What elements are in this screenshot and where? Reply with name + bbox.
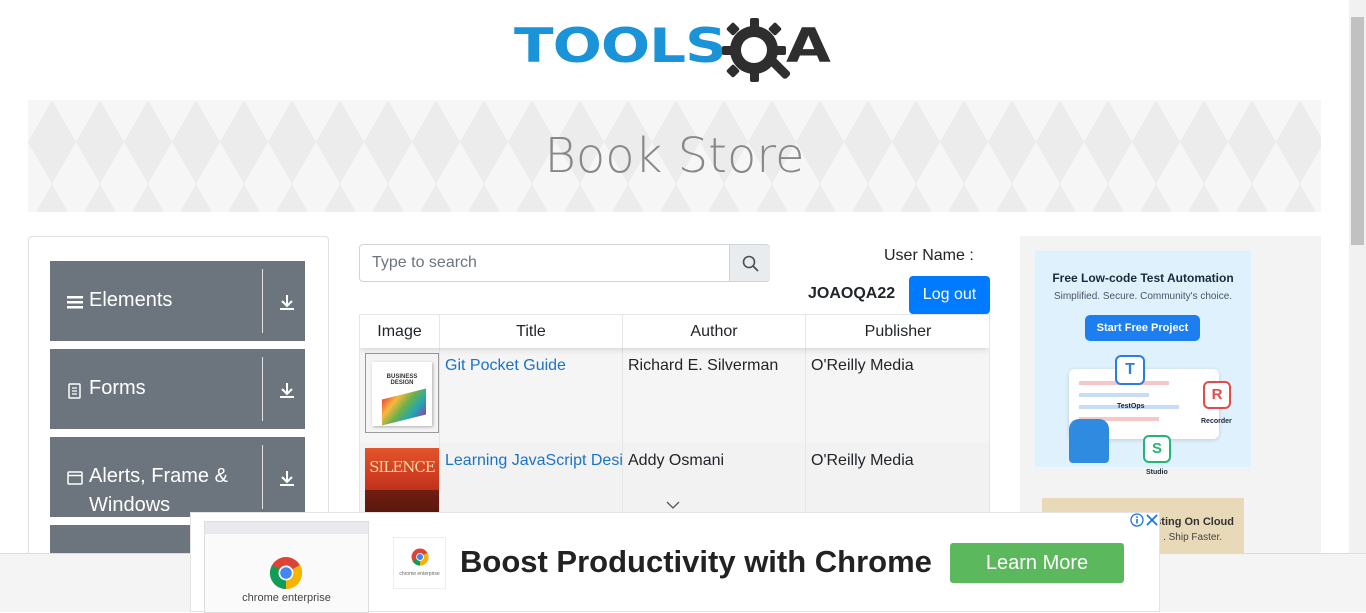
search-input[interactable] bbox=[360, 245, 729, 281]
sidebar-item-label-line2: Windows bbox=[89, 494, 171, 516]
column-header-image[interactable]: Image bbox=[360, 315, 440, 348]
book-cover-text: BUSINESS DESIGN bbox=[386, 374, 418, 386]
robot-figure bbox=[1069, 419, 1109, 463]
book-title-link[interactable]: Learning JavaScript Design Patterns bbox=[445, 452, 622, 469]
ad-card-katalon[interactable]: Free Low-code Test Automation Simplified… bbox=[1035, 251, 1251, 476]
search-icon bbox=[742, 255, 759, 272]
table-header: Image Title Author Publisher bbox=[360, 315, 989, 348]
download-icon[interactable] bbox=[278, 381, 296, 399]
book-title-link[interactable]: Git Pocket Guide bbox=[445, 357, 566, 374]
learn-more-button[interactable]: Learn More bbox=[950, 543, 1124, 583]
recorder-badge: R bbox=[1203, 381, 1231, 409]
testops-badge: T bbox=[1115, 355, 1145, 385]
thumb2-caption: chrome enterprise bbox=[399, 571, 440, 577]
window-icon bbox=[67, 471, 83, 485]
ad-choices-icon[interactable] bbox=[1130, 513, 1160, 527]
gear-magnifier-icon bbox=[722, 18, 791, 82]
sidebar-group-elements[interactable]: Elements bbox=[50, 261, 305, 341]
book-publisher: O'Reilly Media bbox=[811, 357, 914, 374]
chevron-down-icon[interactable] bbox=[666, 500, 680, 510]
sidebar-item-label: Forms bbox=[89, 377, 146, 399]
logo-suffix: A bbox=[786, 17, 831, 74]
sidebar-item-label: Alerts, Frame & bbox=[89, 465, 228, 487]
download-icon[interactable] bbox=[278, 293, 296, 311]
divider bbox=[262, 357, 263, 421]
ad-card2-line1: sting On Cloud bbox=[1155, 516, 1234, 528]
download-icon[interactable] bbox=[278, 469, 296, 487]
page-title: Book Store bbox=[544, 128, 805, 184]
document-icon bbox=[68, 383, 81, 399]
ad-label-studio: Studio bbox=[1146, 469, 1168, 476]
divider bbox=[262, 269, 263, 333]
column-header-author[interactable]: Author bbox=[623, 315, 806, 348]
search-button[interactable] bbox=[729, 245, 770, 281]
book-author: Richard E. Silverman bbox=[623, 348, 806, 443]
ad-label-recorder: Recorder bbox=[1201, 418, 1232, 425]
username-value: JOAOQA22 bbox=[808, 285, 896, 302]
book-title-cell: Git Pocket Guide bbox=[440, 348, 623, 443]
scrollbar-thumb[interactable] bbox=[1351, 17, 1364, 245]
toolsqa-logo[interactable]: TOOLS A bbox=[514, 16, 840, 90]
book-cover-cell: BUSINESS DESIGN bbox=[360, 348, 440, 443]
page-banner: Book Store bbox=[28, 100, 1321, 212]
book-cover-text: SILENCE bbox=[369, 458, 436, 476]
chrome-icon bbox=[411, 548, 429, 566]
column-header-title[interactable]: Title bbox=[440, 315, 623, 348]
logo-text: TOOLS bbox=[514, 17, 727, 74]
sidebar-item-label: Elements bbox=[89, 289, 173, 311]
studio-badge: S bbox=[1143, 435, 1171, 463]
hamburger-icon bbox=[67, 296, 83, 309]
ad-thumbnail: chrome enterprise bbox=[204, 521, 369, 613]
book-cover-image: BUSINESS DESIGN bbox=[365, 353, 439, 433]
ad-headline: Free Low-code Test Automation bbox=[1052, 271, 1234, 285]
sidebar-group-alerts[interactable]: Alerts, Frame & Windows bbox=[50, 437, 305, 517]
thumb-caption: chrome enterprise bbox=[242, 592, 331, 604]
divider bbox=[262, 445, 263, 509]
chrome-icon bbox=[269, 557, 303, 590]
ad-subline: Simplified. Secure. Community's choice. bbox=[1053, 291, 1233, 302]
ad-headline: Boost Productivity with Chrome bbox=[460, 544, 932, 579]
bottom-advertisement[interactable]: chrome enterprise chrome enterprise Boos… bbox=[190, 512, 1160, 613]
table-row: BUSINESS DESIGN Git Pocket Guide Richard… bbox=[360, 348, 989, 443]
search-box bbox=[359, 244, 770, 282]
username-label: User Name : bbox=[884, 247, 974, 264]
column-header-publisher[interactable]: Publisher bbox=[806, 315, 989, 348]
ad-label-testops: TestOps bbox=[1117, 403, 1145, 410]
sidebar-group-forms[interactable]: Forms bbox=[50, 349, 305, 429]
logout-button[interactable]: Log out bbox=[909, 276, 990, 314]
ad-start-button[interactable]: Start Free Project bbox=[1085, 315, 1200, 341]
scrollbar[interactable] bbox=[1349, 0, 1366, 553]
ad-card2-line2: . Ship Faster. bbox=[1163, 532, 1222, 543]
ad-thumbnail-small: chrome enterprise bbox=[393, 537, 446, 589]
